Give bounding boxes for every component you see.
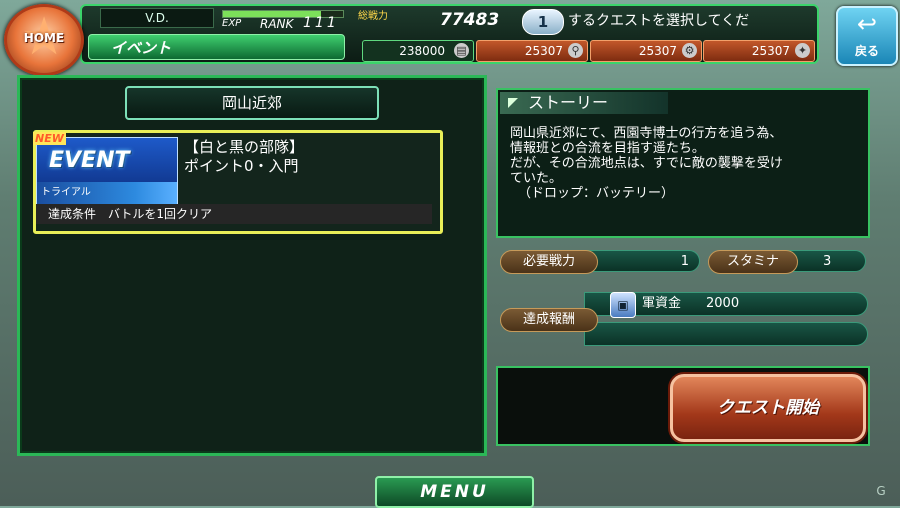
quest-start-button[interactable]: クエスト開始 [670,374,866,442]
back-label: 戻る [854,44,879,58]
resource-1: 25307 ⚲ [476,40,588,62]
event-banner: NEW EVENT トライアル [33,132,178,205]
rank-label: RANK [260,17,294,31]
exp-label: EXP [222,18,242,29]
reward-label: 達成報酬 [500,308,598,332]
story-line: 岡山県近郊にて、西園寺博士の行方を追う為、 [510,126,783,141]
event-tab: イベント [88,34,345,60]
menu-button[interactable]: MENU [375,476,534,508]
resource-2-value: 25307 [638,44,677,58]
reward-item-value: 2000 [706,296,740,311]
instruction-marquee: するクエストを選択してくだ [568,13,750,29]
handshake-icon: ✦ [795,43,810,58]
gear-icon: ⚙ [682,43,697,58]
back-button[interactable]: ↩ 戻る [836,6,898,66]
reward-row-2 [584,322,868,346]
required-power-label: 必要戦力 [500,250,598,274]
search-icon: ⚲ [568,43,583,58]
funds-icon: ▣ [610,292,636,318]
quest-condition-text: 達成条件 バトルを1回クリア [48,207,212,221]
trial-label: トライアル [37,182,177,204]
event-label: EVENT [49,148,130,173]
story-text: 岡山県近郊にて、西園寺博士の行方を追う為、 情報班との合流を目指す遥たち。 だが… [510,126,860,201]
battery-icon: ▤ [454,43,469,58]
stamina-label: スタミナ [708,250,798,274]
rank-value: 111 [303,15,339,31]
story-line: 情報班との合流を目指す遥たち。 [510,141,705,156]
total-power-label: 総戦力 [358,11,388,22]
quest-title: 【白と黒の部隊】 ポイント0・入門 [184,138,304,176]
story-line: （ドロップ：バッテリー） [518,186,675,201]
story-header: ストーリー [500,92,668,114]
player-name: V.D. [100,8,214,28]
quest-title-line2: ポイント0・入門 [184,157,299,175]
total-power-value: 77483 [440,10,500,30]
notification-badge[interactable]: 1 [522,9,564,35]
gauge-value: 238000 [399,44,445,58]
home-label: HOME [23,31,65,45]
new-badge: NEW [33,132,66,145]
back-arrow-icon: ↩ [856,10,878,38]
story-line: ていた。 [510,171,563,186]
event-tab-label: イベント [111,39,172,57]
resource-2: 25307 ⚙ [590,40,702,62]
quest-condition: 達成条件 バトルを1回クリア [36,204,432,224]
resource-1-value: 25307 [524,44,563,58]
home-button[interactable]: ★ HOME [4,4,84,76]
story-line: だが、その合流地点は、すでに敵の襲撃を受け [510,156,783,171]
reward-item-name: 軍資金 [642,296,682,311]
gauge-resource: 238000 ▤ [362,40,474,62]
watermark: G [876,484,886,498]
resource-3: 25307 ✦ [703,40,815,62]
location-title: 岡山近郊 [125,86,379,120]
quest-title-line1: 【白と黒の部隊】 [184,138,305,156]
required-power-value: 1 [580,250,700,272]
resource-3-value: 25307 [751,44,790,58]
